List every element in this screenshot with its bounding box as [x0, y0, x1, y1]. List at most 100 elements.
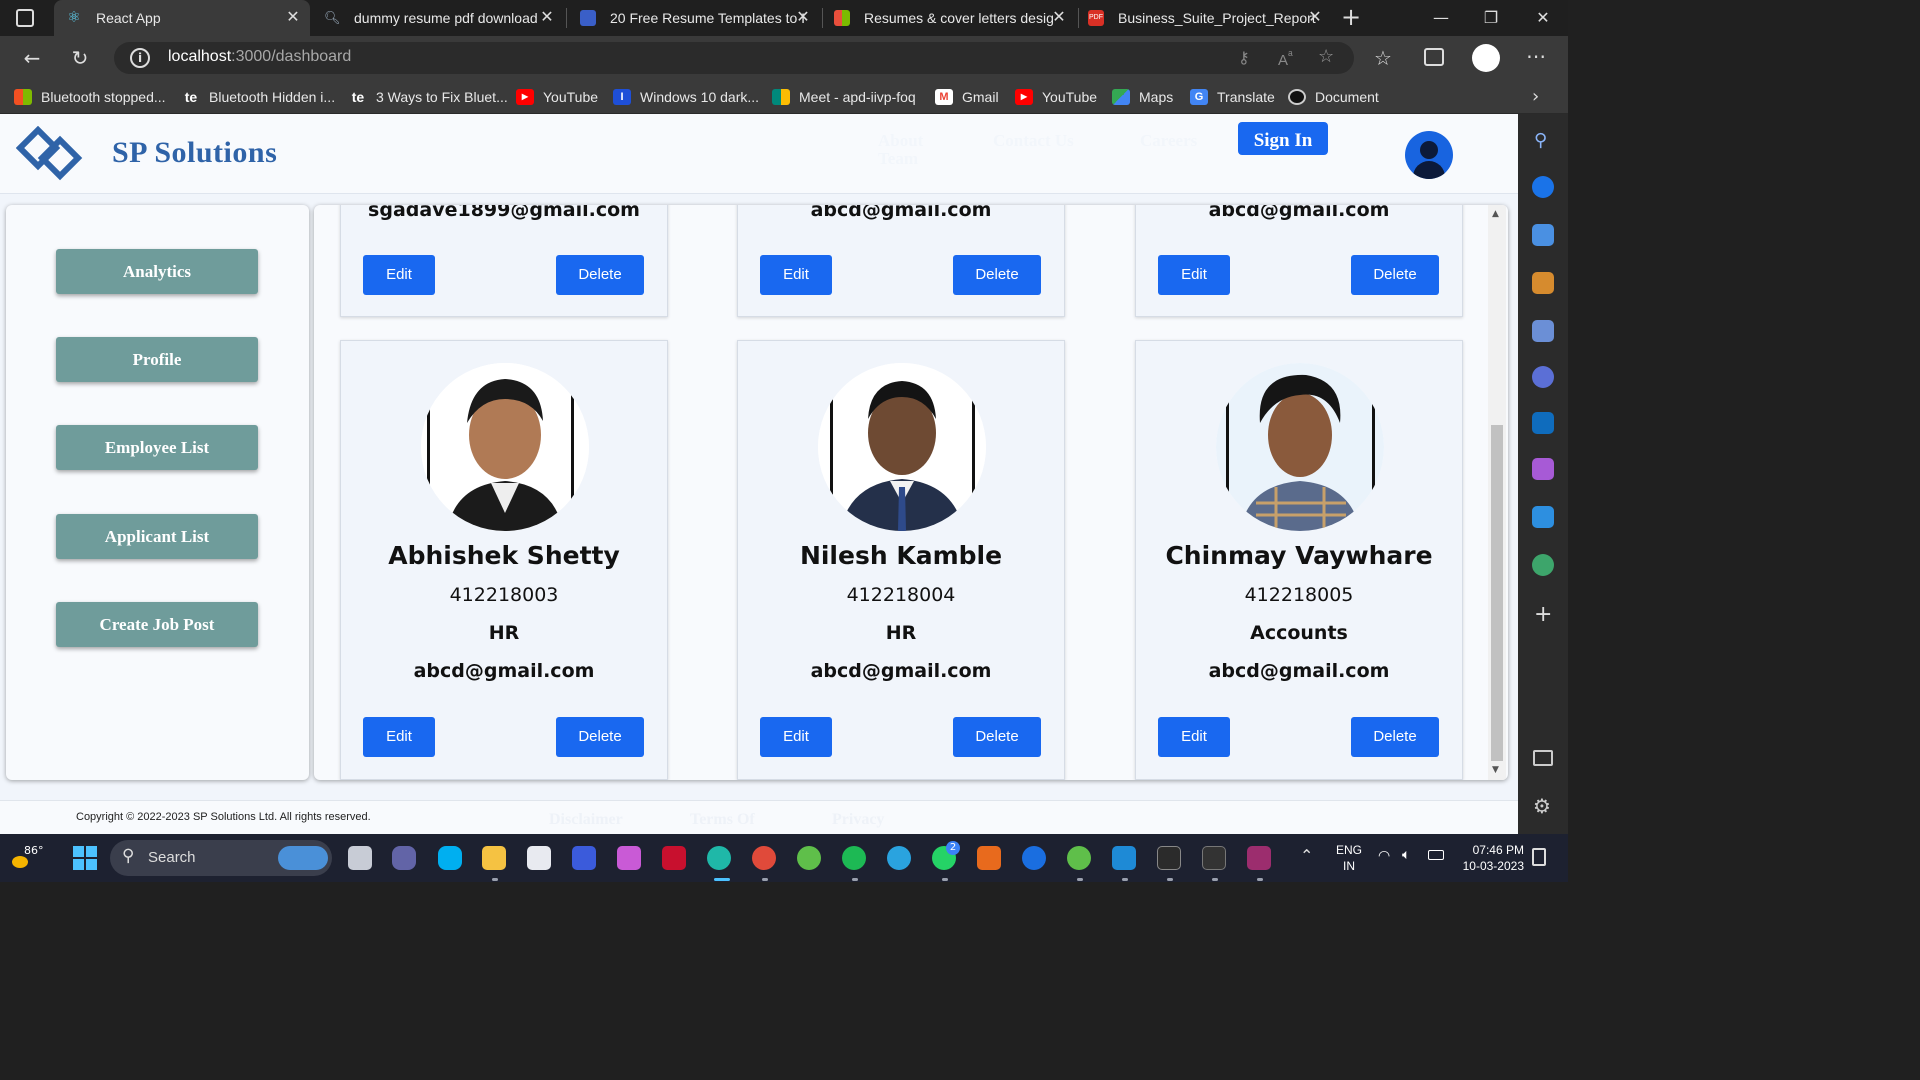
scroll-up-icon[interactable]: ▲: [1492, 209, 1499, 219]
delete-button[interactable]: Delete: [556, 255, 644, 295]
app-green-icon[interactable]: [797, 846, 821, 870]
edge-icon[interactable]: [707, 846, 731, 870]
tab-business-suite-report[interactable]: PDF Business_Suite_Project_Report ✕: [1080, 0, 1332, 36]
edit-button[interactable]: Edit: [363, 255, 435, 295]
search-icon[interactable]: ⚲: [1534, 130, 1547, 151]
collections-icon[interactable]: [1424, 48, 1444, 66]
settings-icon[interactable]: ⚙: [1533, 794, 1551, 818]
profile-icon[interactable]: [1472, 44, 1500, 72]
edit-button[interactable]: Edit: [1158, 255, 1230, 295]
add-favorite-icon[interactable]: ☆: [1318, 46, 1334, 67]
new-tab-button[interactable]: +: [1338, 4, 1364, 30]
sidebar-create-job-post-button[interactable]: Create Job Post: [56, 602, 258, 647]
footer-disclaimer-link[interactable]: Disclaimer: [549, 811, 623, 829]
close-icon[interactable]: ✕: [1050, 9, 1068, 27]
spotify-icon[interactable]: [842, 846, 866, 870]
sign-in-button[interactable]: Sign In: [1238, 122, 1328, 155]
refresh-button[interactable]: ↻: [66, 44, 94, 72]
tools-icon[interactable]: [1532, 272, 1554, 294]
bookmark-item[interactable]: Meet - apd-iivp-foq: [772, 80, 916, 114]
delete-button[interactable]: Delete: [1351, 255, 1439, 295]
mcafee-icon[interactable]: [662, 846, 686, 870]
bookmark-item[interactable]: Bluetooth stopped...: [14, 80, 166, 114]
bookmark-item[interactable]: G Translate: [1190, 80, 1275, 114]
tab-dummy-resume[interactable]: 🔍︎ dummy resume pdf download ✕: [312, 0, 564, 36]
designer-icon[interactable]: [1532, 458, 1554, 480]
chrome-icon[interactable]: [752, 846, 776, 870]
hide-sidebar-icon[interactable]: [1533, 750, 1553, 766]
more-icon[interactable]: ⋯: [1526, 44, 1546, 68]
nav-about-team[interactable]: About Team: [878, 132, 938, 168]
bookmark-item[interactable]: te Bluetooth Hidden i...: [182, 80, 335, 114]
photos-icon[interactable]: [617, 846, 641, 870]
store-icon[interactable]: [527, 846, 551, 870]
battery-icon[interactable]: [1428, 850, 1444, 860]
employee-list-panel[interactable]: sgadave1899@gmail.com Edit Delete abcd@g…: [314, 205, 1508, 780]
favorites-icon[interactable]: ☆: [1374, 46, 1392, 70]
app-green2-icon[interactable]: [1067, 846, 1091, 870]
app-dark-icon[interactable]: [1202, 846, 1226, 870]
telegram-icon[interactable]: [887, 846, 911, 870]
key-icon[interactable]: ⚷: [1238, 48, 1250, 67]
delete-button[interactable]: Delete: [953, 255, 1041, 295]
footer-privacy-link[interactable]: Privacy: [832, 811, 884, 829]
tab-free-resume-templates[interactable]: 20 Free Resume Templates to I ✕: [568, 0, 820, 36]
nav-careers[interactable]: Careers: [1140, 132, 1197, 150]
vscode-icon[interactable]: [1112, 846, 1136, 870]
sidebar-analytics-button[interactable]: Analytics: [56, 249, 258, 294]
read-aloud-icon[interactable]: Aᵃ: [1278, 48, 1293, 69]
wifi-icon[interactable]: ◠: [1378, 848, 1390, 864]
bookmark-item[interactable]: Maps: [1112, 80, 1173, 114]
sidebar-profile-button[interactable]: Profile: [56, 337, 258, 382]
add-icon[interactable]: +: [1534, 602, 1552, 627]
edit-button[interactable]: Edit: [760, 255, 832, 295]
bing-icon[interactable]: [1022, 846, 1046, 870]
footer-terms-link[interactable]: Terms Of: [690, 811, 755, 829]
back-button[interactable]: ←: [18, 44, 46, 72]
windows-start-icon[interactable]: [73, 846, 97, 870]
skype-icon[interactable]: [438, 846, 462, 870]
edit-button[interactable]: Edit: [1158, 717, 1230, 757]
tab-react-app[interactable]: ⚛ React App ✕: [54, 0, 310, 36]
chevron-right-icon[interactable]: ›: [1532, 86, 1539, 107]
edit-button[interactable]: Edit: [363, 717, 435, 757]
office-icon[interactable]: [977, 846, 1001, 870]
user-avatar-icon[interactable]: [1405, 131, 1453, 179]
notification-icon[interactable]: [1532, 848, 1546, 866]
volume-icon[interactable]: 🔈︎: [1402, 847, 1410, 863]
chevron-up-icon[interactable]: ⌃: [1300, 846, 1313, 865]
bookmark-item[interactable]: ▶ YouTube: [516, 80, 598, 114]
send-icon[interactable]: [1532, 506, 1554, 528]
tree-icon[interactable]: [1532, 554, 1554, 576]
tab-actions-icon[interactable]: [16, 9, 34, 27]
close-icon[interactable]: ✕: [284, 9, 302, 27]
restore-button[interactable]: ❐: [1468, 0, 1514, 36]
brand-name[interactable]: SP Solutions: [112, 136, 277, 170]
tab-resumes-cover-letters[interactable]: Resumes & cover letters desig ✕: [824, 0, 1076, 36]
bookmark-item[interactable]: M Gmail: [935, 80, 999, 114]
system-clock[interactable]: 07:46 PM 10-03-2023: [1446, 842, 1524, 874]
copilot-icon[interactable]: [1532, 366, 1554, 388]
terminal-icon[interactable]: [1157, 846, 1181, 870]
minimize-button[interactable]: —: [1418, 0, 1464, 36]
sidebar-applicant-list-button[interactable]: Applicant List: [56, 514, 258, 559]
close-icon[interactable]: ✕: [538, 9, 556, 27]
address-bar[interactable]: i localhost:3000/dashboard ⚷ Aᵃ ☆: [114, 42, 1354, 74]
bing-icon[interactable]: [1532, 176, 1554, 198]
outlook-icon[interactable]: [1532, 412, 1554, 434]
weather-widget[interactable]: 86°: [10, 840, 46, 876]
games-icon[interactable]: [1532, 320, 1554, 342]
taskbar-search[interactable]: ⚲ Search: [110, 840, 332, 876]
content-scrollbar[interactable]: ▲ ▼: [1488, 205, 1506, 780]
close-icon[interactable]: ✕: [794, 9, 812, 27]
nav-contact-us[interactable]: Contact Us: [993, 132, 1074, 150]
bookmark-item[interactable]: te 3 Ways to Fix Bluet...: [349, 80, 508, 114]
task-view-icon[interactable]: [348, 846, 372, 870]
bookmark-item[interactable]: Document: [1288, 80, 1379, 114]
close-window-button[interactable]: ✕: [1520, 0, 1566, 36]
delete-button[interactable]: Delete: [556, 717, 644, 757]
delete-button[interactable]: Delete: [953, 717, 1041, 757]
sidebar-employee-list-button[interactable]: Employee List: [56, 425, 258, 470]
edit-button[interactable]: Edit: [760, 717, 832, 757]
app-icon[interactable]: [572, 846, 596, 870]
